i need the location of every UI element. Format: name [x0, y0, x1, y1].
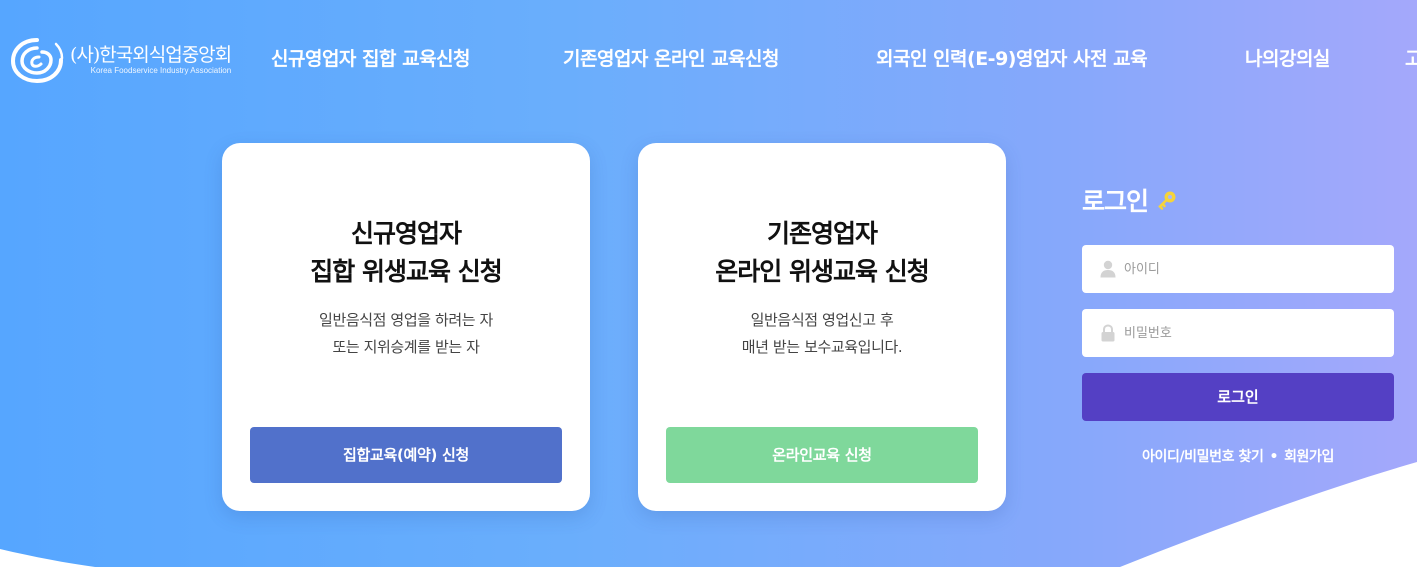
logo-title: (사)한국외식업중앙회 [70, 44, 232, 66]
group-education-apply-button[interactable]: 집합교육(예약) 신청 [250, 427, 562, 483]
nav-existing-business-online-education[interactable]: 기존영업자 온라인 교육신청 [563, 44, 780, 71]
id-field[interactable] [1082, 245, 1394, 293]
login-links: 아이디/비밀번호 찾기 • 회원가입 [1082, 446, 1394, 466]
card-title-line: 집합 위생교육 신청 [310, 257, 502, 286]
login-heading: 로그인 [1082, 182, 1394, 218]
login-panel: 로그인 로그인 아이디/비밀번호 찾기 • 회원가입 [1082, 182, 1394, 465]
id-input[interactable] [1124, 261, 1384, 277]
card-desc-line: 또는 지위승계를 받는 자 [332, 338, 480, 356]
online-education-apply-button[interactable]: 온라인교육 신청 [666, 427, 978, 483]
user-icon [1100, 260, 1116, 278]
key-icon [1158, 191, 1176, 210]
card-title-line: 온라인 위생교육 신청 [715, 257, 929, 286]
logo-subtitle: Korea Foodservice Industry Association [90, 66, 232, 75]
nav-new-business-group-education[interactable]: 신규영업자 집합 교육신청 [271, 44, 471, 71]
card-description: 일반음식점 영업신고 후 매년 받는 보수교육입니다. [638, 307, 1006, 361]
password-field[interactable] [1082, 309, 1394, 357]
password-input[interactable] [1124, 325, 1384, 341]
login-button[interactable]: 로그인 [1082, 373, 1394, 421]
existing-business-card: 기존영업자 온라인 위생교육 신청 일반음식점 영업신고 후 매년 받는 보수교… [638, 143, 1006, 511]
logo[interactable]: (사)한국외식업중앙회 Korea Foodservice Industry A… [10, 36, 232, 84]
logo-swirl-icon [10, 38, 64, 84]
card-title-line: 기존영업자 [766, 219, 878, 248]
new-business-card: 신규영업자 집합 위생교육 신청 일반음식점 영업을 하려는 자 또는 지위승계… [222, 143, 590, 511]
card-description: 일반음식점 영업을 하려는 자 또는 지위승계를 받는 자 [222, 307, 590, 361]
card-desc-line: 매년 받는 보수교육입니다. [741, 338, 903, 356]
link-separator: • [1269, 449, 1279, 465]
nav-item-cutoff[interactable]: 고 [1405, 44, 1417, 71]
card-desc-line: 일반음식점 영업신고 후 [750, 311, 894, 329]
find-id-password-link[interactable]: 아이디/비밀번호 찾기 [1142, 449, 1264, 465]
card-title: 신규영업자 집합 위생교육 신청 [222, 215, 590, 291]
signup-link[interactable]: 회원가입 [1284, 449, 1334, 465]
card-title: 기존영업자 온라인 위생교육 신청 [638, 215, 1006, 291]
card-title-line: 신규영업자 [350, 219, 462, 248]
nav-foreign-worker-education[interactable]: 외국인 인력(E-9)영업자 사전 교육 [876, 44, 1148, 71]
nav-my-classroom[interactable]: 나의강의실 [1245, 44, 1330, 71]
lock-icon [1101, 324, 1115, 342]
login-title: 로그인 [1082, 187, 1149, 216]
card-desc-line: 일반음식점 영업을 하려는 자 [319, 311, 493, 329]
